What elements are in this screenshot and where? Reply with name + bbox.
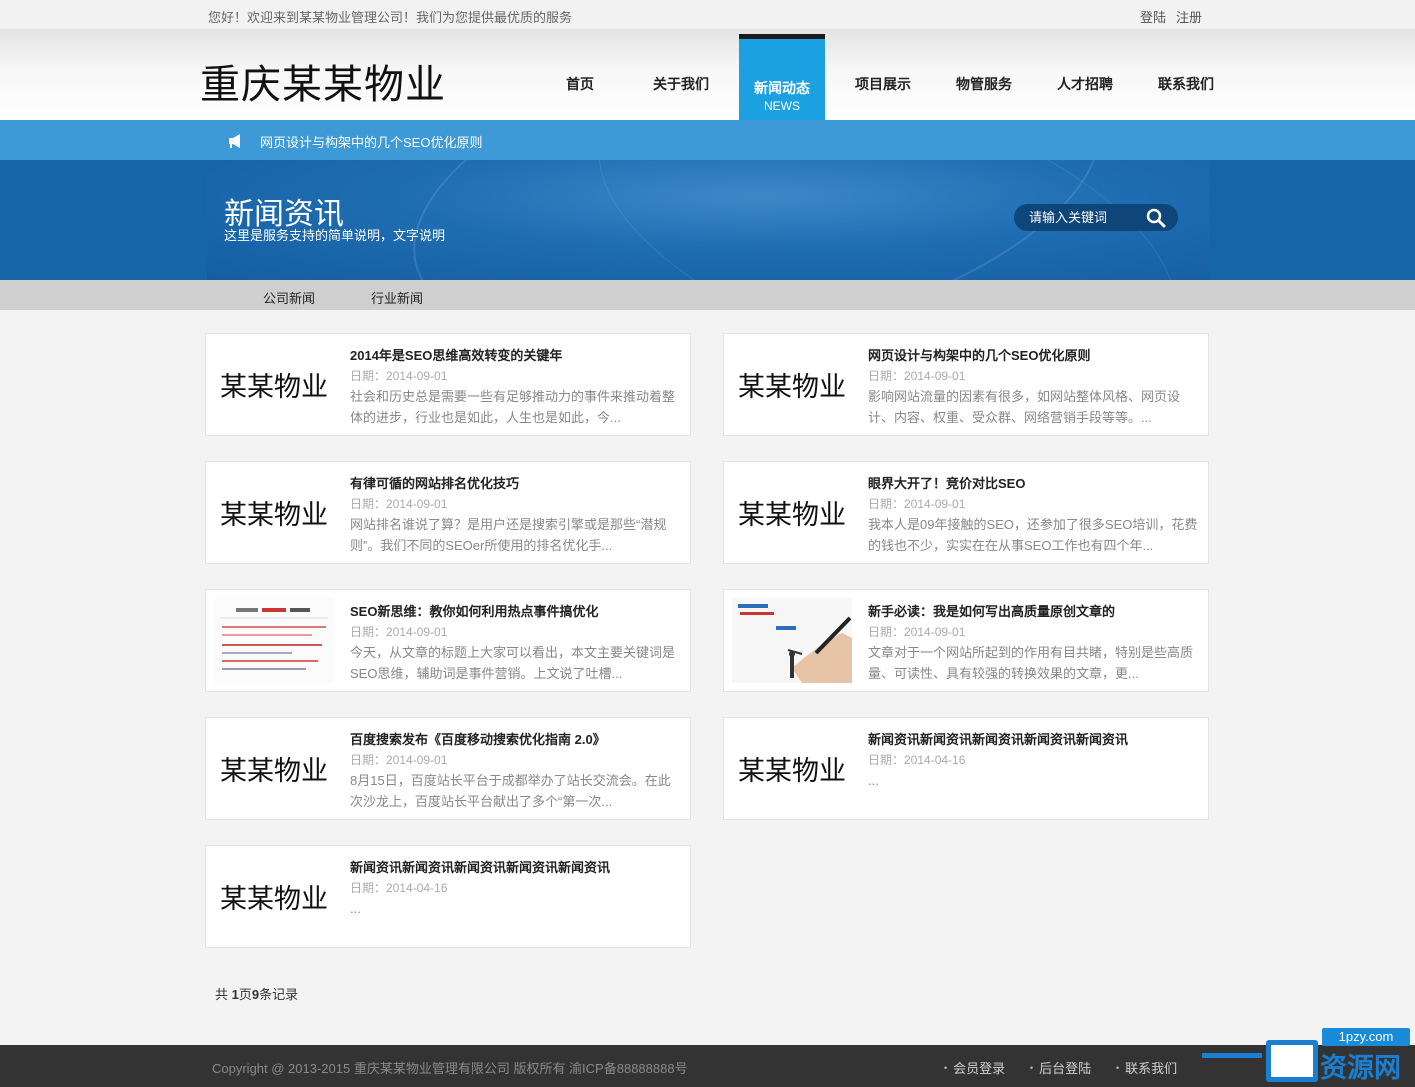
- footer-contact[interactable]: 联系我们: [1116, 1058, 1177, 1077]
- page-banner: 新闻资讯 这里是服务支持的简单说明，文字说明: [0, 160, 1415, 280]
- news-date: 日期：2014-09-01: [350, 753, 448, 767]
- news-summary: 社会和历史总是需要一些有足够推动力的事件来推动着整体的进步，行业也是如此，人生也…: [350, 389, 676, 425]
- pagination-prefix: 共: [215, 987, 232, 1002]
- top-bar: 您好！欢迎来到某某物业管理公司！我们为您提供最优质的服务 登陆 注册: [0, 0, 1415, 30]
- category-company-news[interactable]: 公司新闻: [263, 288, 315, 307]
- news-thumbnail-image[interactable]: [732, 598, 852, 683]
- news-date: 日期：2014-09-01: [350, 625, 448, 639]
- news-card[interactable]: 某某物业 百度搜索发布《百度移动搜索优化指南 2.0》 日期：2014-09-0…: [205, 717, 691, 820]
- news-title[interactable]: 新闻资讯新闻资讯新闻资讯新闻资讯新闻资讯: [350, 857, 610, 876]
- login-link[interactable]: 登陆: [1140, 7, 1166, 26]
- news-summary: 8月15日，百度站长平台于成都举办了站长交流会。在此次沙龙上，百度站长平台献出了…: [350, 773, 671, 809]
- nav-contact[interactable]: 联系我们: [1143, 30, 1229, 120]
- search-icon[interactable]: [1144, 207, 1168, 228]
- watermark-bar: [1202, 1053, 1262, 1058]
- news-thumbnail[interactable]: 某某物业: [214, 726, 334, 811]
- news-title[interactable]: 眼界大开了！竞价对比SEO: [868, 473, 1025, 492]
- speaker-icon: [229, 134, 240, 148]
- page-count: 1: [231, 987, 239, 1002]
- category-nav: 公司新闻 行业新闻: [0, 280, 1415, 310]
- nav-projects[interactable]: 项目展示: [840, 30, 926, 120]
- news-thumbnail[interactable]: 某某物业: [732, 470, 852, 555]
- header: 重庆某某物业 首页 关于我们 新闻动态 NEWS 项目展示 物管服务 人才招聘 …: [0, 30, 1415, 120]
- watermark-mark: [1266, 1040, 1318, 1082]
- news-card[interactable]: 某某物业 眼界大开了！竞价对比SEO 日期：2014-09-01 我本人是09年…: [723, 461, 1209, 564]
- footer-admin-login[interactable]: 后台登陆: [1030, 1058, 1091, 1077]
- news-date: 日期：2014-09-01: [868, 625, 966, 639]
- pagination-info: 共 1页9条记录: [215, 984, 298, 1003]
- news-thumbnail[interactable]: 某某物业: [214, 470, 334, 555]
- news-card[interactable]: 某某物业 2014年是SEO思维高效转变的关键年 日期：2014-09-01 社…: [205, 333, 691, 436]
- announcement-link[interactable]: 网页设计与构架中的几个SEO优化原则: [260, 132, 482, 151]
- news-date: 日期：2014-09-01: [868, 369, 966, 383]
- footer-member-login[interactable]: 会员登录: [944, 1058, 1005, 1077]
- watermark-url: 1pzy.com: [1322, 1028, 1410, 1046]
- news-summary: 文章对于一个网站所起到的作用有目共睹，特别是些高质量、可读性、具有较强的转换效果…: [868, 645, 1194, 681]
- news-card[interactable]: 新手必读：我是如何写出高质量原创文章的 日期：2014-09-01 文章对于一个…: [723, 589, 1209, 692]
- register-link[interactable]: 注册: [1176, 7, 1202, 26]
- news-summary: 影响网站流量的因素有很多，如网站整体风格、网页设计、内容、权重、受众群、网络营销…: [868, 389, 1181, 425]
- news-date: 日期：2014-09-01: [350, 369, 448, 383]
- nav-news[interactable]: 新闻动态 NEWS: [739, 34, 825, 120]
- news-summary: 今天，从文章的标题上大家可以看出，本文主要关键词是SEO思维，辅助词是事件营销。…: [350, 645, 676, 681]
- category-industry-news[interactable]: 行业新闻: [371, 288, 423, 307]
- pagination-middle: 页: [238, 987, 252, 1002]
- news-title[interactable]: 百度搜索发布《百度移动搜索优化指南 2.0》: [350, 729, 606, 748]
- news-thumbnail[interactable]: 某某物业: [214, 854, 334, 939]
- news-title[interactable]: 网页设计与构架中的几个SEO优化原则: [868, 345, 1090, 364]
- nav-services[interactable]: 物管服务: [941, 30, 1027, 120]
- news-card[interactable]: 某某物业 有律可循的网站排名优化技巧 日期：2014-09-01 网站排名谁说了…: [205, 461, 691, 564]
- search-input[interactable]: [1029, 209, 1139, 226]
- welcome-text: 您好！欢迎来到某某物业管理公司！我们为您提供最优质的服务: [208, 10, 573, 25]
- news-thumbnail[interactable]: 某某物业: [214, 342, 334, 427]
- news-card[interactable]: 某某物业 新闻资讯新闻资讯新闻资讯新闻资讯新闻资讯 日期：2014-04-16 …: [723, 717, 1209, 820]
- news-thumbnail-image[interactable]: [214, 598, 334, 683]
- news-summary: ...: [868, 773, 879, 788]
- news-summary: ...: [350, 901, 361, 916]
- watermark-logo: 1pzy.com 资源网: [1200, 1028, 1415, 1087]
- news-summary: 我本人是09年接触的SEO，还参加了很多SEO培训，花费的钱也不少，实实在在从事…: [868, 517, 1198, 553]
- news-date: 日期：2014-09-01: [868, 497, 966, 511]
- search-box: [1014, 204, 1178, 231]
- copyright-text: Copyright @ 2013-2015 重庆某某物业管理有限公司 版权所有 …: [212, 1061, 688, 1076]
- nav-jobs[interactable]: 人才招聘: [1042, 30, 1128, 120]
- nav-news-label: 新闻动态: [754, 80, 810, 96]
- pagination-suffix: 条记录: [259, 987, 299, 1002]
- news-title[interactable]: 新闻资讯新闻资讯新闻资讯新闻资讯新闻资讯: [868, 729, 1128, 748]
- nav-about[interactable]: 关于我们: [638, 30, 724, 120]
- news-date: 日期：2014-04-16: [868, 753, 966, 767]
- news-thumbnail[interactable]: 某某物业: [732, 342, 852, 427]
- nav-news-sublabel: NEWS: [764, 99, 800, 113]
- site-logo[interactable]: 重庆某某物业: [200, 52, 446, 110]
- news-card[interactable]: 某某物业 新闻资讯新闻资讯新闻资讯新闻资讯新闻资讯 日期：2014-04-16 …: [205, 845, 691, 948]
- news-title[interactable]: 新手必读：我是如何写出高质量原创文章的: [868, 601, 1115, 620]
- news-title[interactable]: 2014年是SEO思维高效转变的关键年: [350, 345, 562, 364]
- news-thumbnail[interactable]: 某某物业: [732, 726, 852, 811]
- news-card[interactable]: SEO新思维：教你如何利用热点事件搞优化 日期：2014-09-01 今天，从文…: [205, 589, 691, 692]
- news-summary: 网站排名谁说了算？是用户还是搜索引擎或是那些“潜规则”。我们不同的SEOer所使…: [350, 517, 667, 553]
- page-description: 这里是服务支持的简单说明，文字说明: [224, 228, 446, 243]
- nav-home[interactable]: 首页: [537, 30, 623, 120]
- watermark-brand: 资源网: [1320, 1053, 1401, 1084]
- announcement-bar: 网页设计与构架中的几个SEO优化原则: [0, 120, 1415, 160]
- news-title[interactable]: 有律可循的网站排名优化技巧: [350, 473, 519, 492]
- news-date: 日期：2014-04-16: [350, 881, 448, 895]
- news-title[interactable]: SEO新思维：教你如何利用热点事件搞优化: [350, 601, 598, 620]
- news-card[interactable]: 某某物业 网页设计与构架中的几个SEO优化原则 日期：2014-09-01 影响…: [723, 333, 1209, 436]
- news-date: 日期：2014-09-01: [350, 497, 448, 511]
